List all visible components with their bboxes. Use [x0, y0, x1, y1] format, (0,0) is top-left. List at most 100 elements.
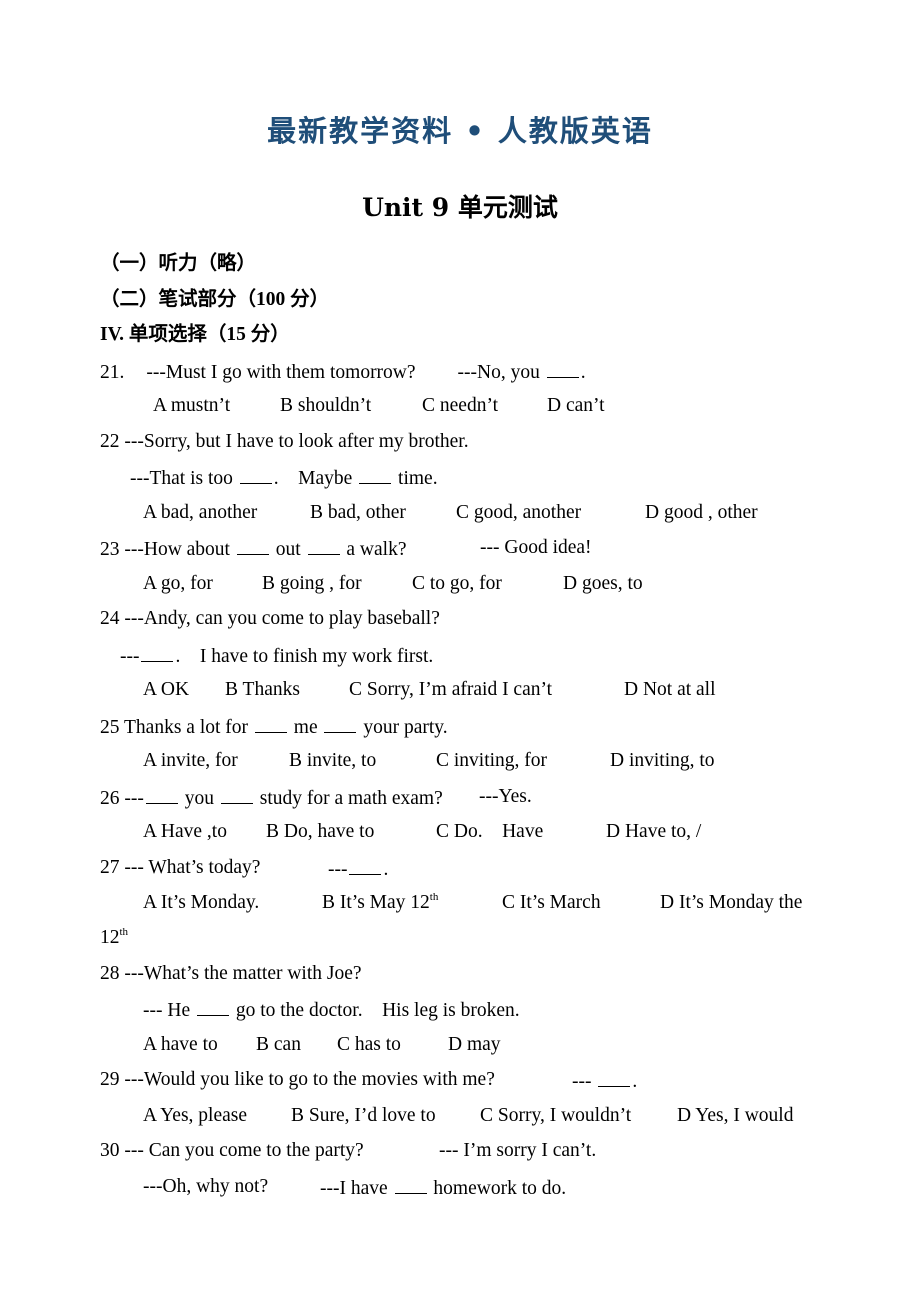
option-b: B bad, other	[310, 502, 406, 523]
question-prompt: a walk?	[341, 539, 407, 560]
option-c: C Sorry, I wouldn’t	[480, 1105, 632, 1126]
question-prompt: 23 ---How about	[100, 539, 235, 560]
question-26: 26 --- you study for a math exam? ---Yes.	[100, 785, 532, 811]
answer-blank	[307, 536, 340, 555]
answer-blank	[546, 359, 579, 378]
option-b: B shouldn’t	[280, 395, 372, 416]
section-listening: （一）听力（略）	[100, 253, 257, 274]
option-c: C to go, for	[412, 573, 502, 594]
question-28-response: --- He go to the doctor. His leg is brok…	[143, 997, 520, 1023]
response-text: ---	[328, 859, 348, 880]
response-text: ---That is too	[130, 468, 238, 489]
option-b: B going , for	[262, 573, 362, 594]
answer-blank	[236, 536, 269, 555]
answer-blank	[394, 1175, 427, 1194]
option-a: A It’s Monday.	[143, 892, 260, 913]
response-text: --- He	[143, 1000, 195, 1021]
answer-blank	[196, 997, 229, 1016]
question-27: 27 --- What’s today? ---.	[100, 856, 388, 880]
section-multiple-choice: IV. 单项选择（15 分）	[100, 324, 290, 345]
answer-blank	[141, 643, 174, 662]
question-prompt: study for a math exam?	[254, 788, 443, 809]
response-text: go to the doctor. His leg is broken.	[230, 1000, 520, 1021]
option-c: C good, another	[456, 502, 582, 523]
question-30: 30 --- Can you come to the party? --- I’m…	[100, 1139, 596, 1163]
option-b: B Thanks	[225, 679, 300, 700]
question-23: 23 ---How about out a walk? --- Good idea…	[100, 536, 592, 562]
response-text: ---	[572, 1071, 597, 1092]
question-prompt: me	[288, 717, 323, 738]
question-30-followup: ---Oh, why not? ---I have homework to do.	[143, 1175, 566, 1199]
question-number: 21.	[100, 362, 125, 383]
question-25: 25 Thanks a lot for me your party.	[100, 714, 448, 740]
question-prompt: ---Must I go with them tomorrow?	[146, 362, 416, 383]
answer-blank	[349, 856, 382, 875]
followup-response: ---I have homework to do.	[320, 1175, 566, 1201]
question-prompt: 26 ---	[100, 788, 144, 809]
option-d: D It’s Monday the	[660, 892, 803, 913]
option-d: D can’t	[547, 395, 605, 416]
option-b: B can	[256, 1034, 301, 1055]
question-prompt: 27 --- What’s today?	[100, 857, 261, 878]
response-text: . I have to finish my work first.	[175, 646, 434, 667]
option-d: D Not at all	[624, 679, 716, 700]
question-prompt: out	[270, 539, 306, 560]
question-response: --- I’m sorry I can’t.	[439, 1140, 597, 1161]
question-response: --- Good idea!	[480, 537, 592, 558]
option-a: A go, for	[143, 573, 213, 594]
question-response: ---.	[328, 856, 388, 882]
question-prompt: 29 ---Would you like to go to the movies…	[100, 1069, 495, 1090]
option-a: A invite, for	[143, 750, 238, 771]
question-prompt: your party.	[358, 717, 448, 738]
question-24: 24 ---Andy, can you come to play basebal…	[100, 608, 440, 629]
option-d: D goes, to	[563, 573, 643, 594]
response-text: time.	[393, 468, 438, 489]
answer-blank	[254, 714, 287, 733]
option-d: D good , other	[645, 502, 758, 523]
answer-blank	[220, 785, 253, 804]
answer-blank	[145, 785, 178, 804]
question-prompt: you	[179, 788, 219, 809]
option-a: A have to	[143, 1034, 218, 1055]
option-d: D may	[448, 1034, 501, 1055]
document-title: Unit 9 单元测试	[362, 193, 558, 222]
option-b: B Do, have to	[266, 821, 375, 842]
response-text: ---I have	[320, 1178, 393, 1199]
response-text: ---	[120, 646, 140, 667]
option-c: C Do. Have	[436, 821, 544, 842]
option-d-continued: 12	[100, 927, 120, 948]
answer-blank	[598, 1068, 631, 1087]
question-28: 28 ---What’s the matter with Joe?	[100, 963, 362, 984]
question-prompt: 25 Thanks a lot for	[100, 717, 253, 738]
option-a: A OK	[143, 679, 190, 700]
punctuation: .	[632, 1071, 638, 1092]
answer-blank	[324, 714, 357, 733]
option-c: C inviting, for	[436, 750, 548, 771]
punctuation: .	[580, 362, 586, 383]
answer-blank	[359, 465, 392, 484]
question-29: 29 ---Would you like to go to the movies…	[100, 1068, 637, 1092]
option-a: A bad, another	[143, 502, 258, 523]
question-response: ---No, you	[457, 362, 545, 383]
option-c: C It’s March	[502, 892, 601, 913]
option-a: A mustn’t	[153, 395, 231, 416]
banner-title: 最新教学资料 • 人教版英语	[267, 114, 653, 148]
document-page: 最新教学资料 • 人教版英语 Unit 9 单元测试 （一）听力（略） （二）笔…	[0, 0, 920, 1300]
question-22: 22 ---Sorry, but I have to look after my…	[100, 431, 469, 452]
question-response: --- .	[572, 1068, 637, 1094]
options-27-continued: 12th	[100, 926, 128, 950]
option-d: D Have to, /	[606, 821, 702, 842]
section-written: （二）笔试部分（100 分）	[100, 289, 330, 310]
question-response: ---Yes.	[479, 786, 532, 807]
ordinal-suffix: th	[119, 926, 129, 938]
question-prompt: 30 --- Can you come to the party?	[100, 1140, 364, 1161]
followup-question: ---Oh, why not?	[143, 1176, 269, 1197]
question-22-response: ---That is too . Maybe time.	[130, 465, 438, 491]
option-b: B invite, to	[289, 750, 377, 771]
option-c: C needn’t	[422, 395, 499, 416]
option-b: B Sure, I’d love to	[291, 1105, 436, 1126]
option-a: A Have ,to	[143, 821, 227, 842]
option-d: D inviting, to	[610, 750, 715, 771]
option-c: C has to	[337, 1034, 401, 1055]
option-b-text: B It’s May 12	[322, 892, 430, 913]
